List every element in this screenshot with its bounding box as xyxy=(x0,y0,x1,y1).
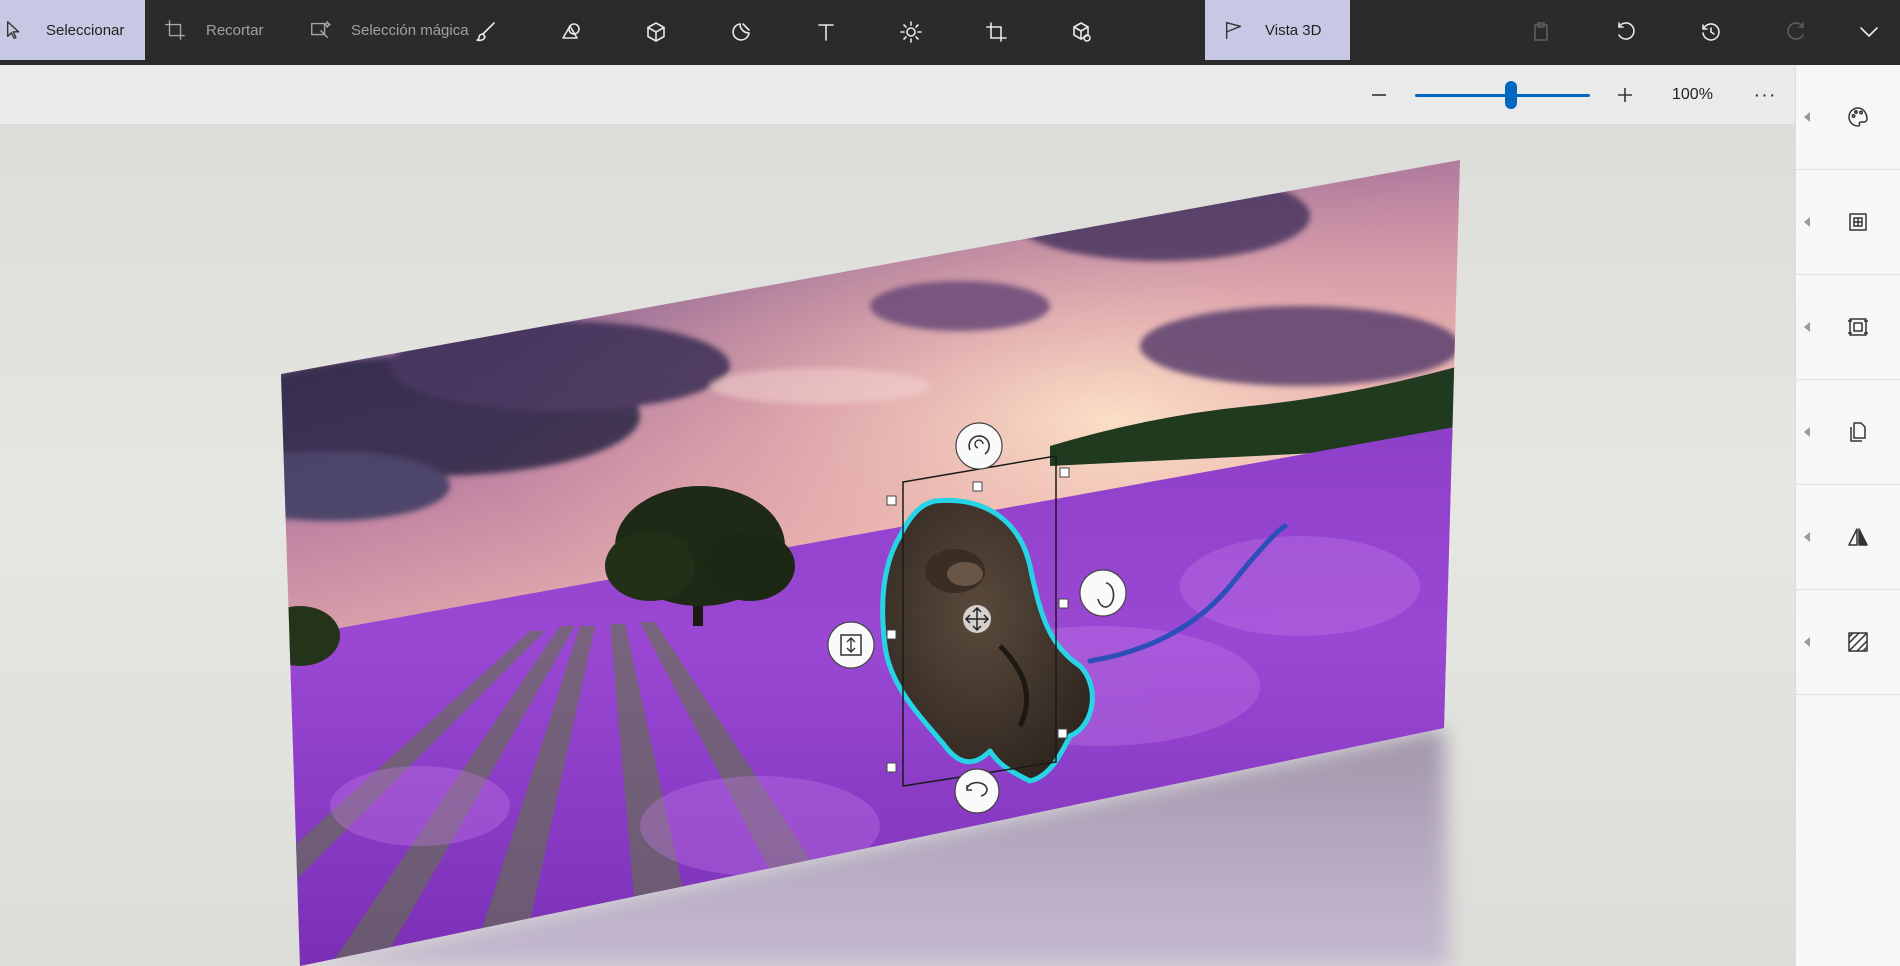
stickers-icon[interactable] xyxy=(721,12,761,52)
redo-icon[interactable] xyxy=(1776,12,1816,52)
move-handle-icon[interactable] xyxy=(963,605,991,633)
copy-paste-icon xyxy=(1846,420,1870,444)
panel-item-copy[interactable] xyxy=(1796,380,1900,485)
select-button[interactable]: Seleccionar xyxy=(0,0,145,60)
more-options-button[interactable]: ··· xyxy=(1745,65,1785,125)
expand-chevron-icon[interactable] xyxy=(1849,12,1889,52)
panel-item-position[interactable] xyxy=(1796,275,1900,380)
mirror-icon xyxy=(1846,525,1870,549)
undo-icon[interactable] xyxy=(1606,12,1646,52)
plus-icon xyxy=(1618,88,1632,102)
paste-icon[interactable] xyxy=(1521,12,1561,52)
panel-item-rotate-flip[interactable] xyxy=(1796,170,1900,275)
magic-select-icon xyxy=(311,21,331,39)
object-position-icon xyxy=(1846,315,1870,339)
main-toolbar xyxy=(0,0,1900,65)
crop-button[interactable]: Recortar xyxy=(164,0,284,60)
flag-view-icon xyxy=(1225,21,1242,39)
panel-expand-arrow-icon xyxy=(1804,637,1810,647)
zoom-percentage[interactable]: 100% xyxy=(1672,65,1713,125)
zoom-out-button[interactable] xyxy=(1363,79,1395,111)
panel-expand-arrow-icon xyxy=(1804,427,1810,437)
3d-canvas[interactable] xyxy=(0,126,1795,966)
panel-expand-arrow-icon xyxy=(1804,217,1810,227)
effects-icon[interactable] xyxy=(891,12,931,52)
rotate-y-handle-icon[interactable] xyxy=(1079,569,1127,617)
zoom-in-button[interactable] xyxy=(1609,79,1641,111)
3d-library-icon[interactable] xyxy=(1061,12,1101,52)
rotate-flip-icon xyxy=(1846,210,1870,234)
cursor-icon xyxy=(6,21,20,39)
panel-item-mirror[interactable] xyxy=(1796,485,1900,590)
3d-shapes-icon[interactable] xyxy=(636,12,676,52)
zoom-slider-thumb[interactable] xyxy=(1505,81,1518,109)
crop-label: Recortar xyxy=(206,21,264,39)
select-label: Seleccionar xyxy=(46,21,125,39)
view-3d-toggle[interactable]: Vista 3D xyxy=(1205,0,1350,60)
right-side-panel xyxy=(1795,65,1900,966)
minus-icon xyxy=(1372,94,1386,96)
history-icon[interactable] xyxy=(1691,12,1731,52)
2d-shapes-icon[interactable] xyxy=(551,12,591,52)
panel-expand-arrow-icon xyxy=(1804,532,1810,542)
text-icon[interactable] xyxy=(806,12,846,52)
panel-item-color[interactable] xyxy=(1796,65,1900,170)
depth-handle-icon[interactable] xyxy=(827,621,875,669)
rotate-x-handle-icon[interactable] xyxy=(954,768,1000,814)
zoom-slider-track[interactable] xyxy=(1415,94,1590,97)
magic-select-label: Selección mágica xyxy=(351,21,469,39)
color-palette-icon xyxy=(1846,105,1870,129)
view-3d-label: Vista 3D xyxy=(1265,21,1322,39)
magic-select-button[interactable]: Selección mágica xyxy=(309,0,479,60)
texture-icon xyxy=(1846,630,1870,654)
panel-expand-arrow-icon xyxy=(1804,112,1810,122)
rotate-z-handle-icon[interactable] xyxy=(955,422,1003,470)
canvas-icon[interactable] xyxy=(976,12,1016,52)
crop-icon xyxy=(165,20,185,40)
panel-expand-arrow-icon xyxy=(1804,322,1810,332)
panel-item-texture[interactable] xyxy=(1796,590,1900,695)
